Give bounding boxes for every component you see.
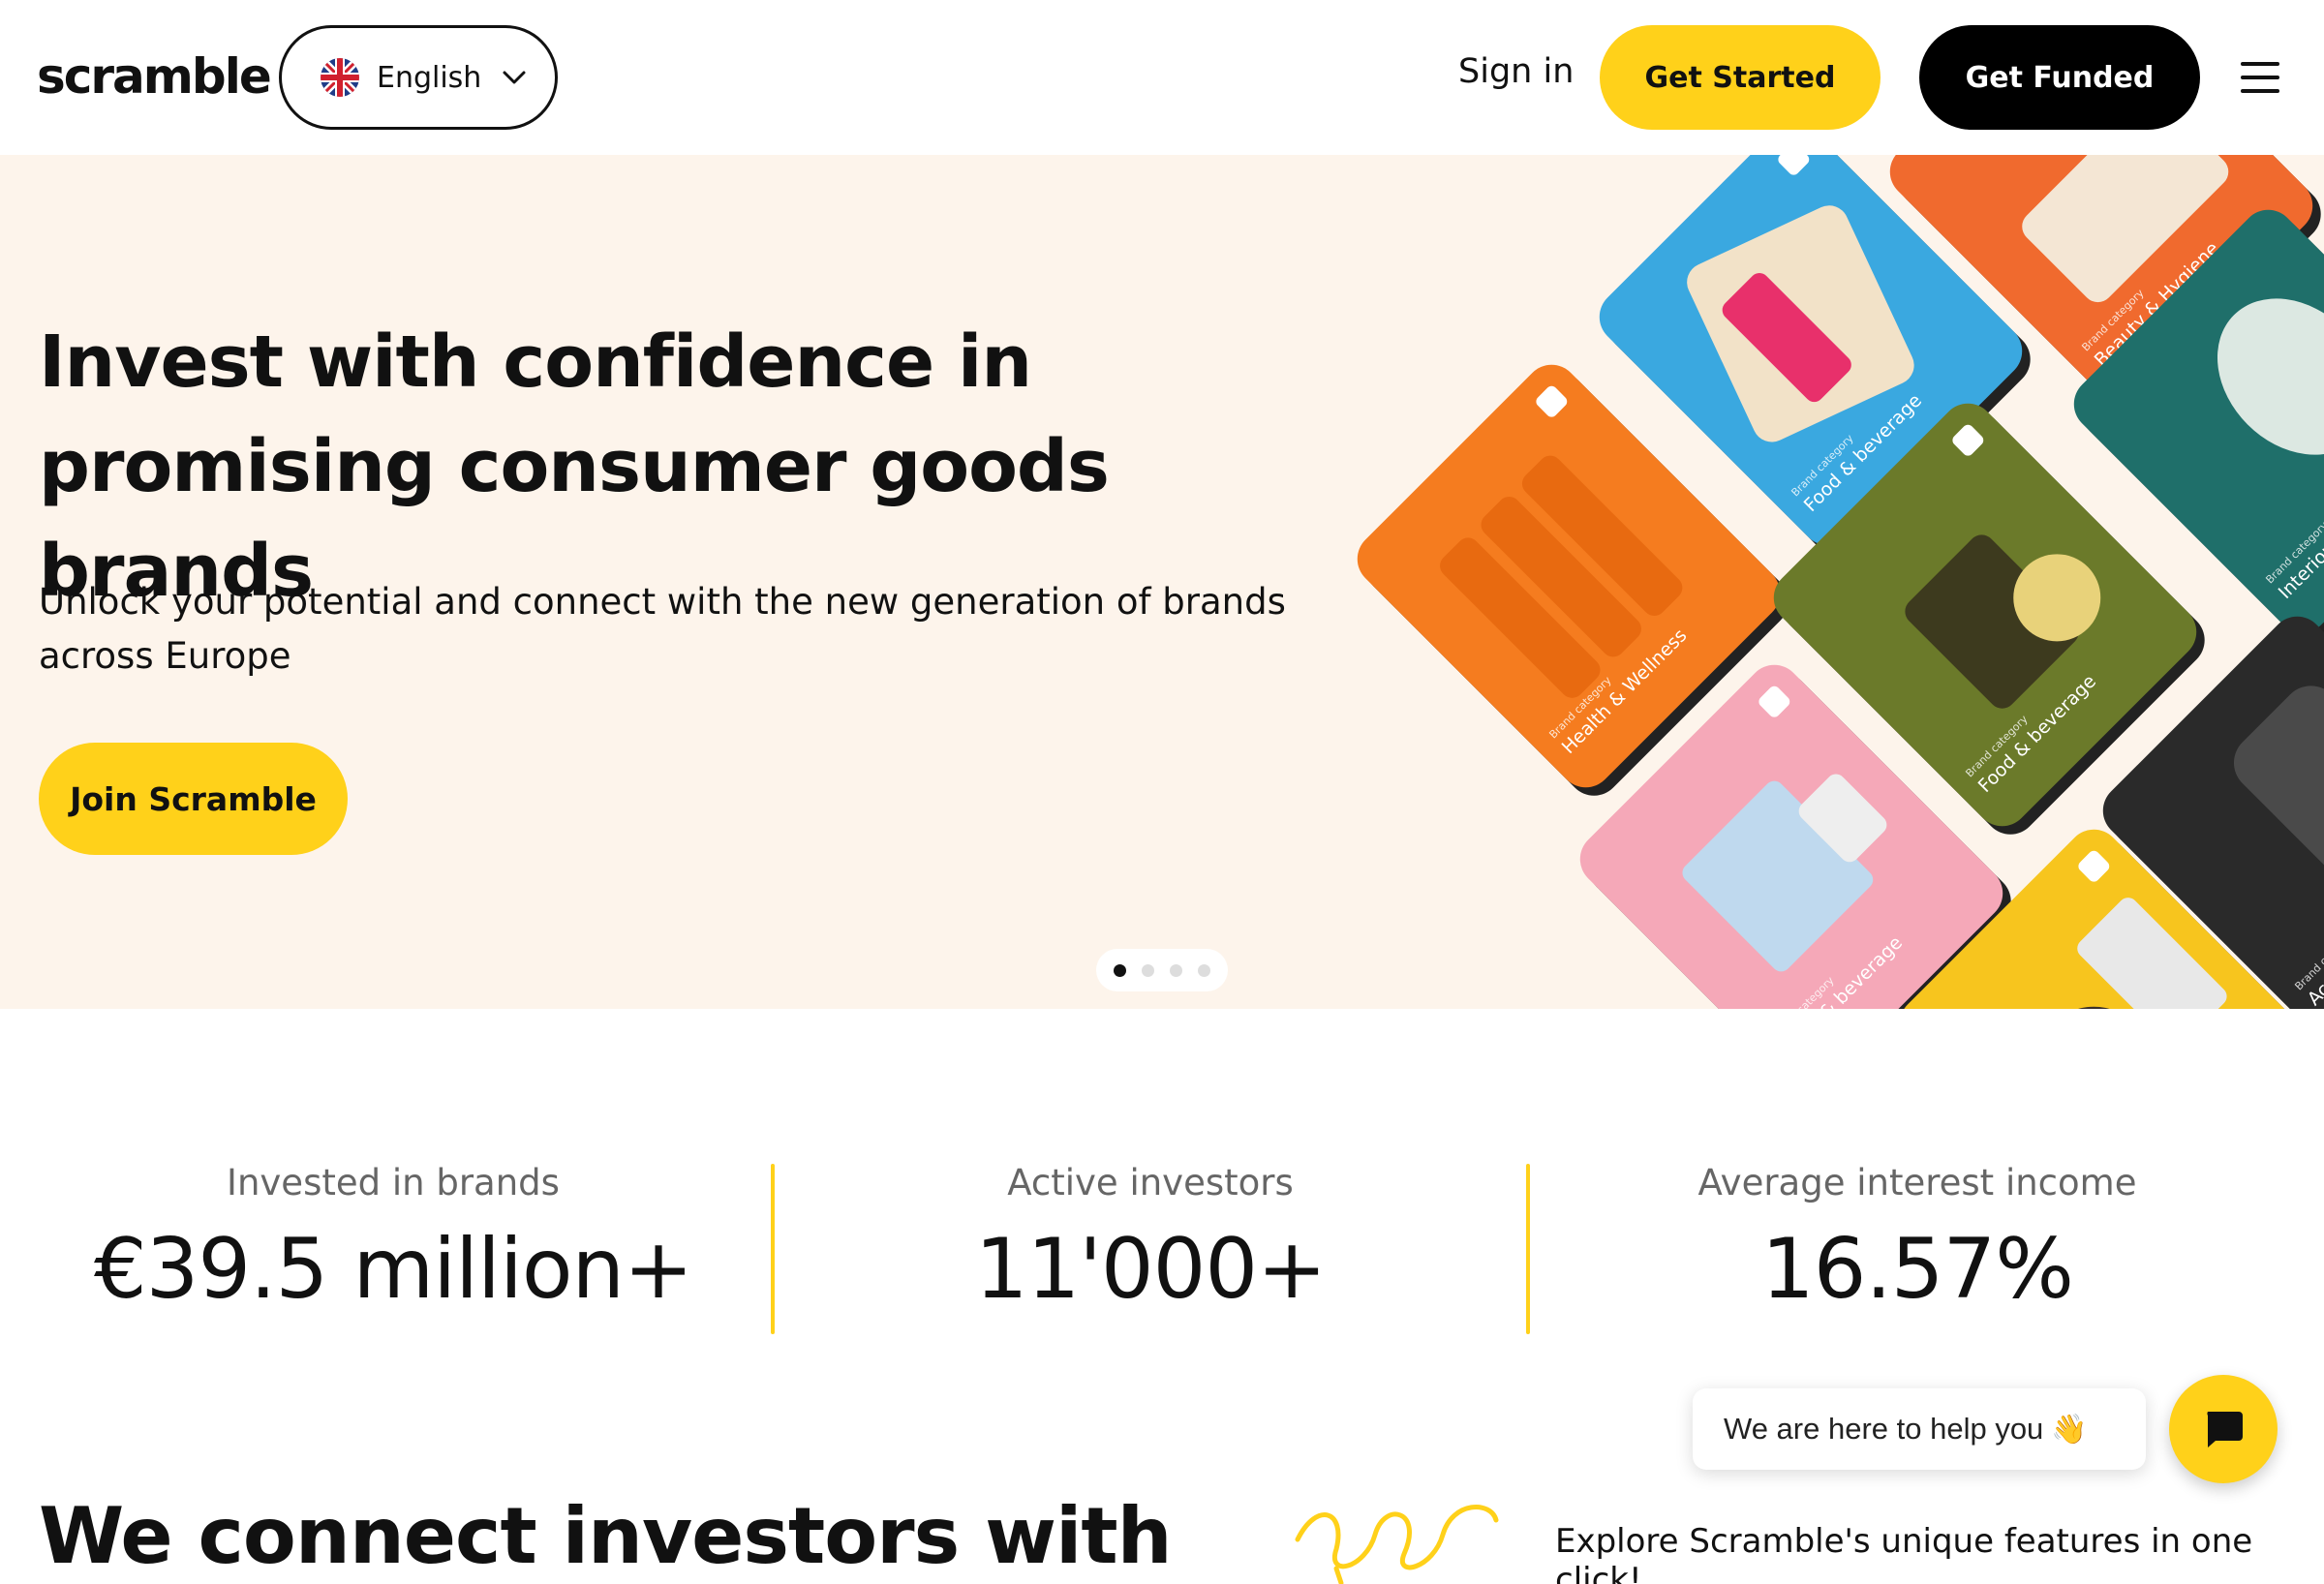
stat-invested: Invested in brands €39.5 million+: [25, 1162, 761, 1318]
carousel-dot[interactable]: [1170, 963, 1182, 977]
chat-bubble-text: We are here to help you: [1724, 1412, 2044, 1446]
chat-help-bubble[interactable]: We are here to help you 👋: [1693, 1388, 2146, 1470]
flag-chip-icon: [1775, 155, 1812, 178]
get-funded-button[interactable]: Get Funded: [1919, 25, 2200, 130]
chat-button[interactable]: [2169, 1375, 2278, 1483]
chat-icon: [2207, 1412, 2243, 1447]
stat-label: Active investors: [1007, 1162, 1294, 1203]
chevron-down-icon: [503, 71, 526, 84]
carousel-pagination: [1096, 949, 1228, 991]
hero-subtitle: Unlock your potential and connect with t…: [39, 581, 1286, 677]
hamburger-menu-icon[interactable]: [2241, 62, 2279, 93]
flag-chip-icon: [2075, 848, 2112, 885]
flag-chip-icon: [1533, 383, 1570, 420]
join-scramble-button[interactable]: Join Scramble: [39, 743, 348, 855]
stat-label: Invested in brands: [227, 1162, 560, 1203]
flag-chip-icon: [1756, 684, 1792, 720]
carousel-dot[interactable]: [1198, 963, 1210, 977]
stat-label: Average interest income: [1697, 1162, 2137, 1203]
stat-value: 16.57%: [1761, 1221, 2074, 1318]
carousel-dot[interactable]: [1142, 963, 1154, 977]
section-title: We connect investors with: [39, 1491, 1173, 1581]
carousel-dot[interactable]: [1114, 963, 1126, 977]
hero-section: Invest with confidence in promising cons…: [0, 155, 2324, 1009]
stat-value: 11'000+: [974, 1221, 1327, 1318]
stat-value: €39.5 million+: [93, 1221, 693, 1318]
uk-flag-icon: [321, 58, 359, 97]
stat-divider: [771, 1164, 775, 1334]
scramble-logo[interactable]: scramble: [37, 48, 272, 105]
stat-divider: [1526, 1164, 1530, 1334]
stat-interest: Average interest income 16.57%: [1549, 1162, 2285, 1318]
waving-hand-icon: 👋: [2051, 1413, 2088, 1446]
squiggle-icon: [1295, 1505, 1499, 1584]
language-selector[interactable]: English: [279, 25, 558, 130]
stats-section: Invested in brands €39.5 million+ Active…: [0, 1123, 2324, 1336]
stat-investors: Active investors 11'000+: [782, 1162, 1518, 1318]
language-label: English: [377, 60, 482, 95]
sign-in-link[interactable]: Sign in: [1458, 52, 1574, 91]
flag-chip-icon: [1949, 422, 1986, 459]
get-started-button[interactable]: Get Started: [1600, 25, 1881, 130]
top-header: scramble English Sign in Get Started Get…: [0, 0, 2324, 155]
explore-features-text: Explore Scramble's unique features in on…: [1555, 1522, 2253, 1584]
